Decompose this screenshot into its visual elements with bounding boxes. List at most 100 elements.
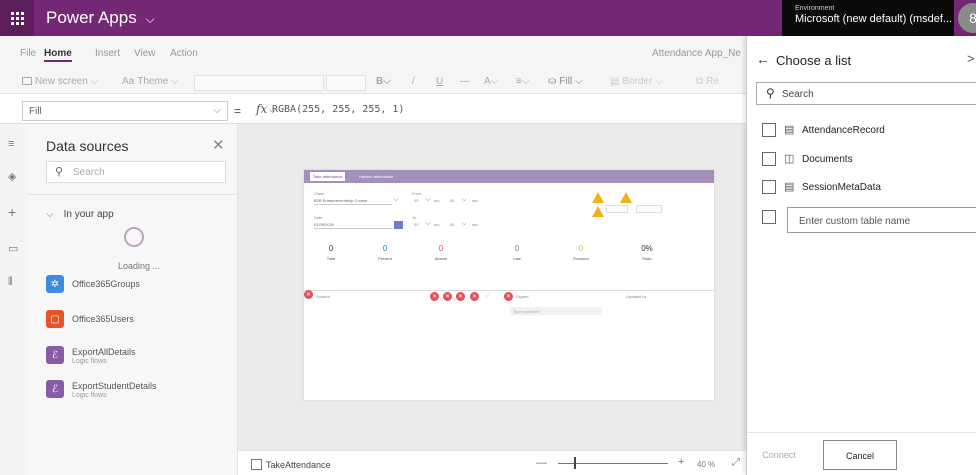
search-icon: ⚲ — [766, 86, 775, 100]
close-icon[interactable]: ✕ — [212, 136, 225, 154]
date-picker[interactable]: 01/29/2020 — [314, 221, 392, 229]
signed-label: Signed — [516, 294, 529, 299]
cancel-button[interactable]: Cancel — [823, 440, 897, 470]
fit-to-window-icon[interactable]: ⤢ — [732, 457, 740, 468]
zoom-in-button[interactable]: + — [678, 456, 684, 468]
underline-button[interactable]: U — [436, 76, 443, 87]
to-minutes[interactable]: 00 — [450, 222, 454, 227]
italic-button[interactable]: / — [412, 76, 415, 87]
data-source-type: Logic flows — [72, 358, 107, 365]
paint-bucket-icon: ⛀ — [548, 76, 557, 87]
data-source-name: ExportStudentDetails — [72, 381, 157, 391]
list-checkbox[interactable] — [762, 180, 776, 194]
list-checkbox[interactable] — [762, 152, 776, 166]
screen-checkbox[interactable] — [251, 459, 262, 470]
new-screen-button[interactable]: New screen ⌵ — [22, 76, 98, 87]
border-label: Border ⌵ — [622, 76, 663, 87]
data-source-name: Office365Users — [72, 314, 134, 324]
fill-button[interactable]: ⛀ Fill ⌵ — [548, 76, 583, 87]
list-name: SessionMetaData — [802, 182, 881, 193]
stat-late-label: Late — [513, 256, 521, 261]
data-sources-pane: Data sources ✕ ⚲ Search ⌵ In your app Loa… — [28, 124, 238, 475]
insert-plus-icon[interactable]: + — [8, 204, 16, 220]
chevron-down-icon: ⌵ — [426, 197, 431, 203]
fill-label: Fill ⌵ — [559, 76, 583, 87]
choose-a-list-panel: ← Choose a list > ⚲ Search ▤ AttendanceR… — [746, 36, 976, 475]
chevron-down-icon: ⌵ — [462, 197, 467, 203]
list-checkbox[interactable] — [762, 123, 776, 137]
warning-icon[interactable] — [620, 192, 632, 203]
text-align-button[interactable]: ≡⌵ — [516, 76, 529, 87]
close-icon[interactable]: > — [967, 51, 975, 66]
calendar-icon[interactable] — [394, 221, 403, 229]
environment-picker[interactable]: Environment Microsoft (new default) (msd… — [782, 0, 954, 36]
menu-insert[interactable]: Insert — [95, 48, 120, 59]
in-your-app-group[interactable]: ⌵ In your app — [46, 209, 114, 220]
error-icon[interactable]: ✕ — [430, 292, 439, 301]
loading-spinner-icon — [124, 227, 144, 247]
strikethrough-button[interactable]: — — [460, 76, 470, 87]
canvas-area: Take attendance Historic attendance Clas… — [238, 124, 746, 450]
app-launcher-button[interactable] — [0, 0, 34, 36]
font-color-button[interactable]: A⌵ — [484, 76, 498, 87]
formula-input[interactable]: RGBA(255, 255, 255, 1) — [272, 104, 404, 115]
avatar[interactable]: 8 — [958, 3, 976, 33]
error-icon[interactable]: ✕ — [470, 292, 479, 301]
data-source-name: ExportAllDetails — [72, 347, 136, 357]
connect-button[interactable]: Connect — [753, 440, 805, 470]
data-sources-search-input[interactable]: ⚲ Search — [46, 161, 226, 183]
menu-view[interactable]: View — [134, 48, 156, 59]
chevron-down-icon: ⌵ — [394, 197, 399, 203]
app-screen-preview[interactable]: Take attendance Historic attendance Clas… — [304, 170, 714, 400]
app-title[interactable]: Power Apps ⌵ — [46, 8, 155, 28]
theme-button[interactable]: Aa Theme ⌵ — [122, 76, 179, 87]
menu-action[interactable]: Action — [170, 48, 198, 59]
panel-title: Choose a list — [776, 53, 852, 68]
theme-icon: Aa — [122, 76, 135, 87]
from-label: From — [412, 191, 422, 196]
tab-historic-attendance[interactable]: Historic attendance — [356, 172, 396, 181]
stat-excused-label: Excused — [573, 256, 589, 261]
bold-button[interactable]: B⌵ — [376, 76, 391, 87]
property-dropdown[interactable]: Fill ⌵ — [22, 101, 228, 121]
from-hours[interactable]: 00 — [414, 198, 418, 203]
list-search-input[interactable]: ⚲ Search — [756, 82, 976, 105]
top-bar: Power Apps ⌵ Environment Microsoft (new … — [0, 0, 976, 36]
border-button[interactable]: ▤ Border ⌵ — [610, 76, 663, 87]
error-icon[interactable]: ✕ — [443, 292, 452, 301]
variables-icon[interactable]: ⫴ — [8, 276, 13, 289]
class-dropdown[interactable]: B2B Entrepreneurship Course — [314, 197, 392, 205]
warning-icon[interactable] — [592, 192, 604, 203]
border-icon: ▤ — [610, 76, 620, 87]
error-icon[interactable]: ✕ — [304, 290, 313, 299]
custom-table-checkbox[interactable] — [762, 210, 776, 224]
custom-table-name-input[interactable]: Enter custom table name — [787, 207, 976, 233]
formula-bar: Fill ⌵ = fx ⌵ RGBA(255, 255, 255, 1) — [0, 98, 746, 124]
hamburger-icon[interactable]: ≡ — [8, 138, 14, 150]
reorder-button[interactable]: ⧉ Re — [696, 76, 719, 87]
data-cylinder-icon[interactable]: ▭ — [8, 242, 18, 255]
menu-home[interactable]: Home — [44, 48, 72, 62]
zoom-slider-thumb[interactable] — [574, 457, 576, 469]
warning-icon[interactable] — [592, 206, 604, 217]
back-arrow-icon[interactable]: ← — [756, 51, 770, 67]
preview-input[interactable] — [606, 205, 628, 213]
from-minutes[interactable]: 00 — [450, 198, 454, 203]
reorder-icon: ⧉ — [696, 76, 704, 87]
to-hours[interactable]: 00 — [414, 222, 418, 227]
chevron-down-icon: ⌵ — [213, 105, 221, 116]
comment-input[interactable]: Type comment — [510, 307, 602, 315]
error-icon[interactable]: ✕ — [456, 292, 465, 301]
zoom-out-button[interactable]: — — [536, 457, 547, 469]
screen-name[interactable]: TakeAttendance — [266, 460, 331, 470]
error-icon[interactable]: ✕ — [504, 292, 513, 301]
menu-file[interactable]: File — [20, 48, 36, 59]
font-family-select[interactable] — [194, 75, 324, 91]
font-size-select[interactable] — [326, 75, 366, 91]
stat-ratio-label: Ratio — [642, 256, 652, 261]
layers-icon[interactable]: ◈ — [8, 170, 16, 183]
power-apps-studio: Power Apps ⌵ Environment Microsoft (new … — [0, 0, 976, 475]
tab-take-attendance[interactable]: Take attendance — [310, 172, 346, 181]
list-icon: ▤ — [784, 124, 795, 136]
preview-input[interactable] — [636, 205, 662, 213]
